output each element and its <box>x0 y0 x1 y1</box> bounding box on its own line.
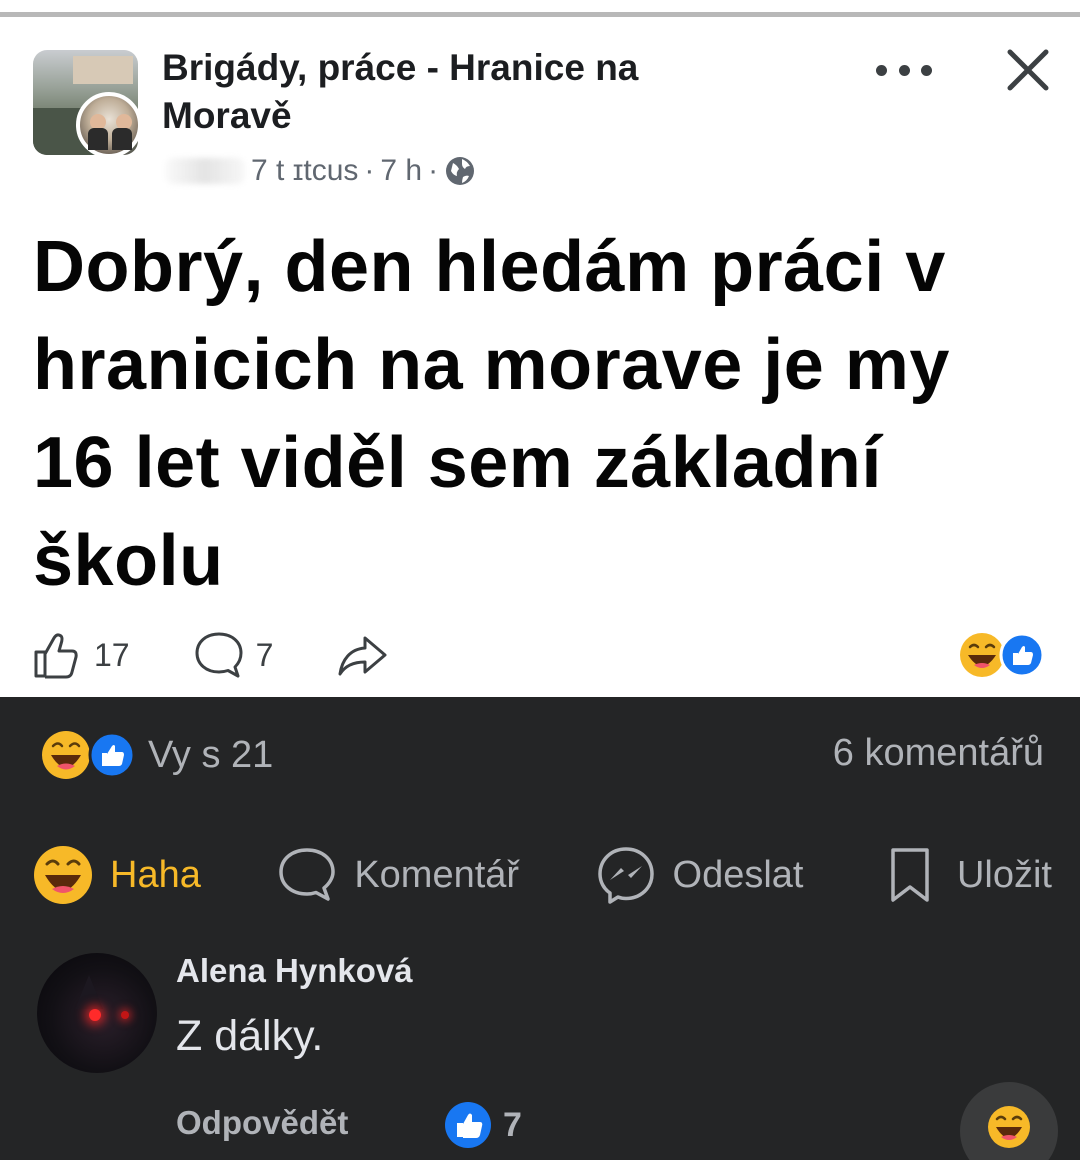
like-reaction-icon <box>999 632 1045 678</box>
comments-count-link[interactable]: 6 komentářů <box>833 732 1044 775</box>
reply-button[interactable]: Odpovědět <box>176 1104 348 1142</box>
haha-icon <box>34 846 92 904</box>
comment-icon <box>195 632 243 678</box>
share-icon <box>338 636 387 676</box>
bookmark-icon <box>891 848 929 902</box>
like-reaction-icon <box>445 1102 491 1148</box>
comment-label: Komentář <box>354 853 520 896</box>
like-reaction-icon <box>88 731 136 779</box>
commenter-name[interactable]: Alena Hynková <box>176 952 413 990</box>
close-icon[interactable] <box>1000 42 1056 98</box>
comment-like-number: 7 <box>503 1105 522 1144</box>
avatar-ear <box>75 975 103 1009</box>
share-action[interactable] <box>335 628 389 682</box>
haha-icon <box>988 1106 1030 1148</box>
save-label: Uložit <box>956 853 1052 896</box>
comment-icon <box>279 848 336 901</box>
avatar-person <box>88 128 108 150</box>
reaction-summary-text: Vy s 21 <box>148 733 274 776</box>
post-time[interactable]: 7 h <box>380 154 422 188</box>
more-options-icon[interactable] <box>876 58 932 82</box>
avatar-eye <box>121 1011 129 1019</box>
globe-icon <box>446 157 475 185</box>
like-icon <box>34 633 78 679</box>
comment-action[interactable]: 7 <box>192 628 274 682</box>
save-button[interactable]: Uložit <box>879 844 1052 906</box>
messenger-icon <box>597 847 654 904</box>
author-fragment[interactable]: 7 t ɪtcus <box>251 154 358 188</box>
meta-separator: · <box>364 154 375 187</box>
haha-icon <box>42 731 90 779</box>
thumbnail-building <box>73 56 133 84</box>
send-label: Odeslat <box>672 853 804 896</box>
comment-like-count[interactable]: 7 <box>443 1100 522 1150</box>
comment-count: 7 <box>255 636 274 673</box>
reaction-icons[interactable] <box>958 631 1048 679</box>
post-action-row: 17 7 <box>30 625 451 685</box>
post-meta: 7 t ɪtcus · 7 h · <box>165 152 476 190</box>
group-name[interactable]: Brigády, práce - Hranice na Moravě <box>162 44 722 140</box>
author-avatar[interactable] <box>76 92 142 158</box>
haha-icon <box>960 633 1004 677</box>
avatar-person <box>112 128 132 150</box>
send-button[interactable]: Odeslat <box>595 844 804 906</box>
comment-button[interactable]: Komentář <box>276 844 519 906</box>
reaction-summary[interactable]: Vy s 21 <box>40 728 273 782</box>
post-body: Dobrý, den hledám práci v hranicich na m… <box>33 227 950 601</box>
action-buttons: Haha Komentář Odeslat Uložit <box>32 840 1052 910</box>
like-count: 17 <box>94 636 130 673</box>
like-action[interactable]: 17 <box>30 628 130 682</box>
haha-button[interactable]: Haha <box>32 844 201 906</box>
meta-separator: · <box>428 154 439 187</box>
comment-text: Z dálky. <box>176 1012 324 1060</box>
reaction-summary-icons <box>42 731 136 779</box>
blurred-author <box>165 158 245 184</box>
haha-label: Haha <box>110 853 201 896</box>
commenter-avatar[interactable] <box>37 953 157 1073</box>
avatar-eye <box>89 1009 101 1021</box>
